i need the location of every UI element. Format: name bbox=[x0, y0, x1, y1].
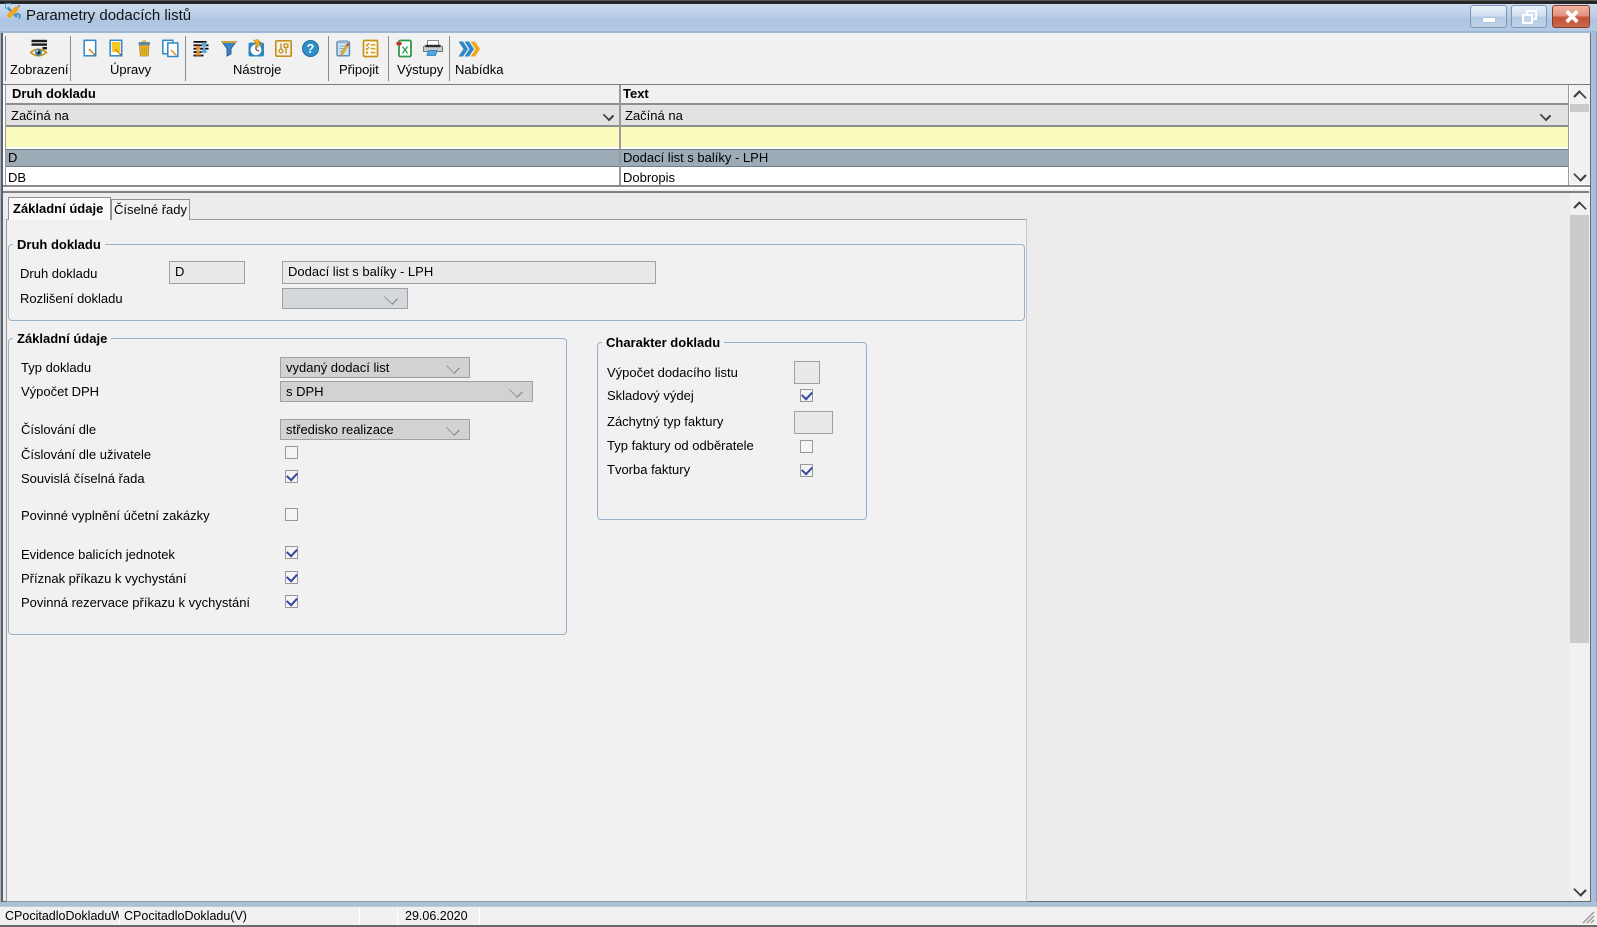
svg-text:X: X bbox=[401, 45, 408, 57]
svg-text:?: ? bbox=[307, 42, 315, 56]
